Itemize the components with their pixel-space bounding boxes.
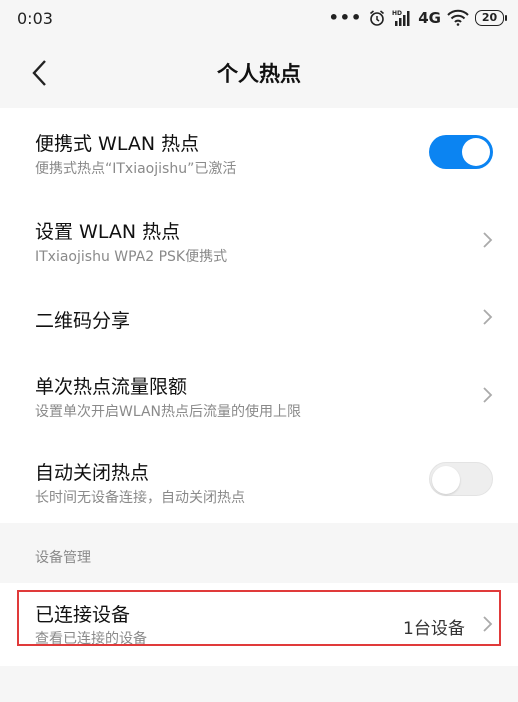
setting-title: 已连接设备 (35, 604, 131, 626)
chevron-right-icon (483, 232, 493, 248)
toggle-knob (462, 138, 490, 166)
setting-subtitle: 查看已连接的设备 (35, 631, 147, 647)
svg-text:HD: HD (392, 10, 402, 17)
setting-subtitle: 设置单次开启WLAN热点后流量的使用上限 (35, 404, 302, 420)
app-header: 个人热点 (0, 36, 518, 108)
setting-data-limit[interactable]: 单次热点流量限额 设置单次开启WLAN热点后流量的使用上限 (0, 350, 518, 436)
setting-auto-off[interactable]: 自动关闭热点 长时间无设备连接，自动关闭热点 (0, 436, 518, 523)
setting-title: 设置 WLAN 热点 (35, 221, 181, 243)
settings-card: 便携式 WLAN 热点 便携式热点“ITxiaojishu”已激活 设置 WLA… (0, 108, 518, 523)
chevron-right-icon (483, 387, 493, 403)
setting-title: 便携式 WLAN 热点 (35, 133, 200, 155)
status-time: 0:03 (17, 9, 53, 28)
toggle-knob (432, 466, 460, 494)
device-card: 已连接设备 查看已连接的设备 1台设备 (0, 583, 518, 666)
setting-subtitle: 便携式热点“ITxiaojishu”已激活 (35, 161, 237, 177)
alarm-icon (368, 9, 386, 27)
setting-portable-hotspot[interactable]: 便携式 WLAN 热点 便携式热点“ITxiaojishu”已激活 (0, 108, 518, 196)
setting-title: 单次热点流量限额 (35, 376, 188, 398)
device-count: 1台设备 (403, 619, 465, 639)
chevron-right-icon (483, 616, 493, 632)
chevron-right-icon (483, 309, 493, 325)
setting-title: 二维码分享 (35, 310, 131, 332)
setting-subtitle: ITxiaojishu WPA2 PSK便携式 (35, 249, 228, 265)
section-header: 设备管理 (35, 550, 91, 566)
setting-subtitle: 长时间无设备连接，自动关闭热点 (35, 490, 245, 506)
connected-devices-item[interactable]: 已连接设备 查看已连接的设备 1台设备 (0, 583, 518, 666)
hd-signal-icon: HD (392, 9, 412, 27)
portable-hotspot-toggle[interactable] (429, 135, 493, 169)
wifi-icon (447, 9, 469, 26)
status-icons: ••• HD 4G 20 (328, 8, 507, 27)
auto-off-toggle[interactable] (429, 462, 493, 496)
status-bar: 0:03 ••• HD 4G 20 (0, 0, 518, 36)
battery-icon: 20 (475, 9, 507, 26)
setting-title: 自动关闭热点 (35, 462, 150, 484)
setting-configure-hotspot[interactable]: 设置 WLAN 热点 ITxiaojishu WPA2 PSK便携式 (0, 196, 518, 284)
page-title: 个人热点 (217, 62, 301, 86)
setting-qr-share[interactable]: 二维码分享 (0, 284, 518, 350)
network-type: 4G (418, 8, 441, 27)
more-notifications-icon: ••• (328, 8, 363, 27)
